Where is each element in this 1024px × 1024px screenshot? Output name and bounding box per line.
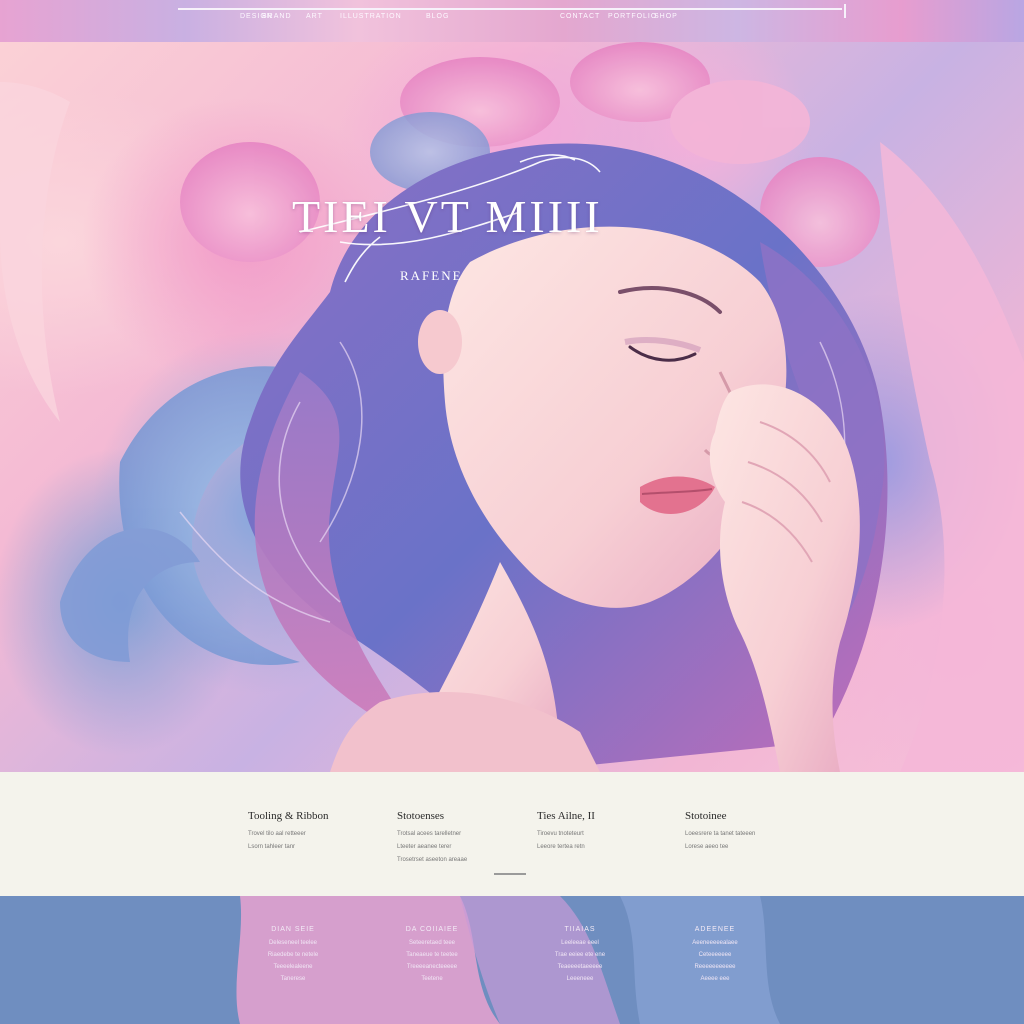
footer-link[interactable]: Deleseneel teelee — [238, 937, 348, 949]
feature-title: Tooling & Ribbon — [248, 810, 329, 822]
nav-item-2[interactable]: BRAND — [262, 13, 292, 23]
feature-text: Loeesrere ta tanet tateeen — [685, 831, 756, 837]
feature-title: Ties Ailne, II — [537, 810, 595, 822]
features-section: Tooling & Ribbon Trovel tilo aal retteee… — [0, 772, 1024, 896]
nav-top-rule — [178, 8, 842, 10]
footer-column-title: TIIAIAS — [564, 926, 596, 933]
section-divider — [494, 873, 526, 875]
feature-card: Ties Ailne, II Tiroevu tnoteteurt Leeore… — [537, 810, 677, 854]
footer-column: DA COIIAIEE Seteeretaed teee Taneaeue te… — [377, 926, 487, 985]
footer-link[interactable]: Teaeeeetaeeeee — [525, 961, 635, 973]
feature-text: Lorese aeeo tee — [685, 844, 729, 850]
hero-subtitle: RAFENE — [400, 268, 463, 283]
feature-text: Leeore tertea retn — [537, 844, 585, 850]
footer-link[interactable]: Aeeee eee — [660, 973, 770, 985]
nav-item-8[interactable]: SHOP — [654, 13, 678, 23]
footer: DIAN SEIE Deleseneel teelee Riaedebe te … — [0, 896, 1024, 1024]
veil-right — [880, 142, 1024, 772]
footer-link[interactable]: Leeleeae eeel — [525, 937, 635, 949]
footer-column: DIAN SEIE Deleseneel teelee Riaedebe te … — [238, 926, 348, 985]
feature-text: Tiroevu tnoteteurt — [537, 831, 584, 837]
feature-title: Stotoinee — [685, 810, 727, 822]
feature-card: Stotoenses Trotsal acees tarelletner Lte… — [397, 810, 537, 867]
footer-column-title: DIAN SEIE — [271, 926, 315, 933]
footer-column: TIIAIAS Leeleeae eeel Trae eeiee ete ene… — [525, 926, 635, 985]
hero-illustration — [0, 42, 1024, 772]
feature-text: Lteeter aeanee terer — [397, 844, 452, 850]
hero-title: TIEI VT MIIII — [292, 191, 603, 242]
feature-text: Lsorn tahleer tanr — [248, 844, 296, 850]
nav-item-6[interactable]: CONTACT — [560, 13, 600, 23]
footer-link[interactable]: Teetene — [377, 973, 487, 985]
footer-link[interactable]: Riaedebe te netele — [238, 949, 348, 961]
footer-link[interactable]: Taneaeue te teetee — [377, 949, 487, 961]
footer-link[interactable]: Aeeneeeeealaee — [660, 937, 770, 949]
footer-link[interactable]: Seteeretaed teee — [377, 937, 487, 949]
feature-title: Stotoenses — [397, 810, 445, 822]
feature-text: Trovel tilo aal retteeer — [248, 831, 306, 837]
feature-card: Stotoinee Loeesrere ta tanet tateeen Lor… — [685, 810, 825, 854]
footer-link[interactable]: Reeeeeeeeeee — [660, 961, 770, 973]
footer-link[interactable]: Ceteeeeeee — [660, 949, 770, 961]
footer-column-title: ADEENEE — [694, 926, 736, 933]
footer-link[interactable]: Tanerese — [238, 973, 348, 985]
footer-link[interactable]: Teeeelealeene — [238, 961, 348, 973]
feature-text: Trosetrset aseeton areaae — [397, 857, 468, 863]
footer-watercolor — [236, 896, 780, 1024]
feature-card: Tooling & Ribbon Trovel tilo aal retteee… — [248, 810, 388, 854]
footer-column-title: DA COIIAIEE — [405, 926, 459, 933]
footer-column: ADEENEE Aeeneeeeealaee Ceteeeeeee Reeeee… — [660, 926, 770, 985]
nav-item-3[interactable]: ART — [306, 13, 323, 23]
feature-text: Trotsal acees tarelletner — [397, 831, 462, 837]
footer-link[interactable]: Treeeeanecteeeee — [377, 961, 487, 973]
footer-link[interactable]: Trae eeiee ete ene — [525, 949, 635, 961]
nav-rule-end — [840, 4, 846, 18]
nav-item-7[interactable]: PORTFOLIO — [608, 13, 657, 23]
page: DESIGN BRAND ART ILLUSTRATION BLOG CONTA… — [0, 0, 1024, 1024]
footer-link[interactable]: Leeeneee — [525, 973, 635, 985]
nav-item-4[interactable]: ILLUSTRATION — [340, 13, 402, 23]
top-navigation: DESIGN BRAND ART ILLUSTRATION BLOG CONTA… — [0, 0, 1024, 42]
nav-item-5[interactable]: BLOG — [426, 13, 449, 23]
hero-banner: TIEI VT MIIII RAFENE — [0, 42, 1024, 772]
